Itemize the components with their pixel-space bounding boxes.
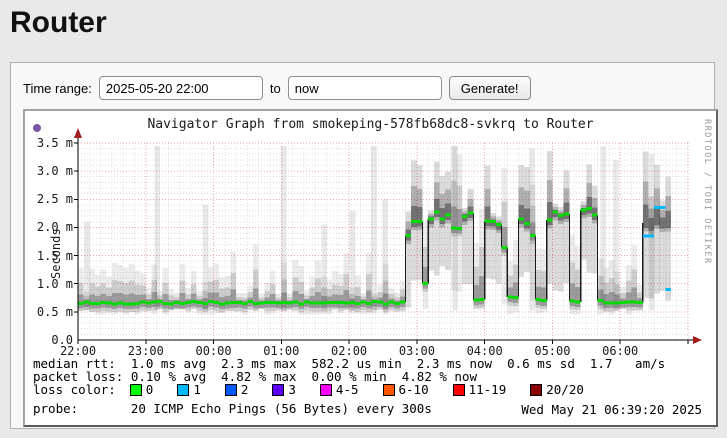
smokeping-graph[interactable]: Navigator Graph from smokeping-578fb68dc… — [23, 109, 718, 427]
loss-color-legend: 0 1 2 3 4-5 6-10 11-19 20/20 — [130, 383, 584, 396]
time-range-end-input[interactable] — [288, 76, 442, 100]
loss-legend-item: 4-5 — [320, 383, 359, 396]
loss-color-swatch — [177, 384, 189, 396]
loss-legend-item: 20/20 — [530, 383, 584, 396]
plot-area — [65, 125, 713, 349]
loss-legend-label: 0 — [146, 383, 154, 396]
probe-row: probe: 20 ICMP Echo Pings (56 Bytes) eve… — [33, 402, 432, 415]
loss-color-swatch — [130, 384, 142, 396]
loss-legend-label: 1 — [193, 383, 201, 396]
loss-color-swatch — [320, 384, 332, 396]
loss-legend-item: 1 — [177, 383, 201, 396]
time-range-start-input[interactable] — [99, 76, 263, 100]
page-title: Router — [10, 6, 107, 40]
loss-legend-item: 11-19 — [453, 383, 507, 396]
loss-color-swatch — [383, 384, 395, 396]
time-range-label: Time range: — [23, 81, 92, 96]
loss-legend-item: 3 — [272, 383, 296, 396]
loss-legend-label: 3 — [288, 383, 296, 396]
loss-color-swatch — [453, 384, 465, 396]
loss-color-label: loss color: — [33, 383, 116, 396]
to-label: to — [270, 81, 281, 96]
time-range-form: Time range: to Generate! — [23, 76, 531, 100]
loss-color-swatch — [530, 384, 542, 396]
loss-legend-item: 0 — [130, 383, 154, 396]
y-axis-label: Seconds — [49, 228, 63, 279]
loss-legend-item: 2 — [225, 383, 249, 396]
loss-legend-label: 11-19 — [469, 383, 507, 396]
content-panel: Time range: to Generate! Navigator Graph… — [10, 62, 715, 429]
loss-color-swatch — [272, 384, 284, 396]
loss-legend-item: 6-10 — [383, 383, 429, 396]
loss-legend-label: 2 — [241, 383, 249, 396]
loss-color-row: loss color: 0 1 2 3 4-5 6-10 11-19 20/20 — [33, 383, 584, 396]
loss-color-swatch — [225, 384, 237, 396]
loss-legend-label: 20/20 — [546, 383, 584, 396]
loss-legend-label: 4-5 — [336, 383, 359, 396]
generate-button[interactable]: Generate! — [449, 76, 531, 100]
loss-legend-label: 6-10 — [399, 383, 429, 396]
graph-timestamp: Wed May 21 06:39:20 2025 — [521, 402, 702, 417]
